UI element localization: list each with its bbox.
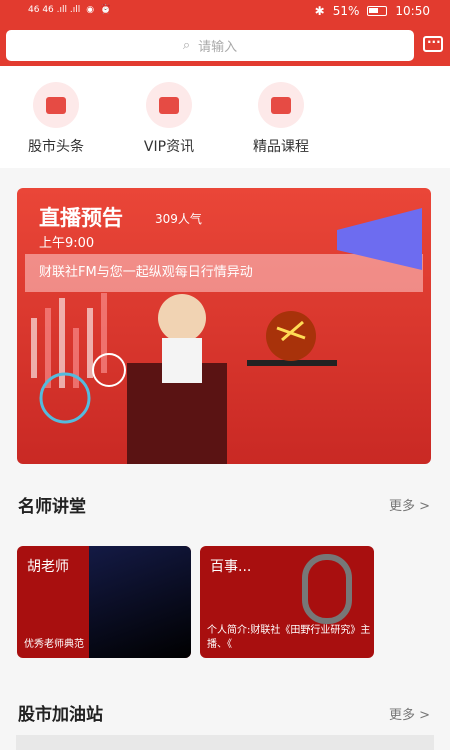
search-input[interactable]: ⌕ 请输入 bbox=[6, 30, 414, 61]
course-icon bbox=[258, 82, 304, 128]
search-placeholder: 请输入 bbox=[198, 40, 238, 55]
vip-icon bbox=[146, 82, 192, 128]
search-icon: ⌕ bbox=[182, 38, 191, 53]
more-link-teachers[interactable]: 更多 > bbox=[389, 495, 430, 514]
teacher-desc: 优秀老师典范 bbox=[24, 639, 84, 650]
section-title-teachers: 名师讲堂 bbox=[18, 497, 86, 517]
signal-text: 46 46 .ıll .ıll bbox=[28, 5, 81, 15]
eye-icon: ◉ bbox=[86, 5, 95, 15]
clock: 10:50 bbox=[395, 4, 430, 18]
message-icon[interactable] bbox=[423, 32, 443, 52]
quick-menu: 股市头条 VIP资讯 精品课程 bbox=[0, 66, 450, 168]
more-link-station[interactable]: 更多 > bbox=[389, 704, 430, 723]
teacher-name: 胡老师 bbox=[27, 559, 69, 575]
news-icon bbox=[33, 82, 79, 128]
section-title-station: 股市加油站 bbox=[18, 705, 103, 725]
quick-stock-news[interactable]: 股市头条 bbox=[6, 82, 106, 156]
status-bar: 46 46 .ıll .ıll ◉ ⏰ ✱ 51% 10:50 bbox=[0, 0, 450, 26]
teacher-card[interactable]: 胡老师 优秀老师典范 bbox=[17, 546, 191, 658]
live-preview-banner[interactable]: 直播预告 309人气 上午9:00 财联社FM与您一起纵观每日行情异动 bbox=[17, 188, 431, 464]
alarm-icon: ⏰ bbox=[100, 5, 112, 15]
avatar-icon bbox=[302, 554, 352, 624]
quick-courses[interactable]: 精品课程 bbox=[231, 82, 331, 156]
banner-illustration bbox=[31, 208, 422, 464]
teacher-desc: 个人简介:财联社《田野行业研究》主播、《 bbox=[207, 625, 371, 650]
quick-vip-info[interactable]: VIP资讯 bbox=[119, 82, 219, 156]
quick-label: VIP资讯 bbox=[143, 139, 195, 155]
quick-label: 精品课程 bbox=[253, 139, 309, 155]
content-preview bbox=[16, 735, 434, 750]
battery-percent: 51% bbox=[332, 4, 360, 18]
teacher-name: 百事... bbox=[210, 559, 252, 575]
battery-icon bbox=[367, 6, 388, 16]
bluetooth-icon: ✱ bbox=[314, 4, 325, 18]
quick-label: 股市头条 bbox=[28, 139, 84, 155]
teacher-card[interactable]: 百事... 个人简介:财联社《田野行业研究》主播、《 bbox=[200, 546, 374, 658]
